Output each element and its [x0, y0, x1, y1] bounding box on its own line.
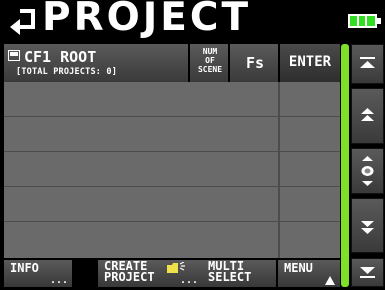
list-item[interactable] [4, 117, 340, 152]
list-item[interactable] [4, 222, 340, 258]
column-divider [278, 82, 280, 116]
column-divider [278, 222, 280, 258]
column-divider [278, 117, 280, 151]
battery-icon [348, 12, 381, 30]
column-divider [278, 187, 280, 221]
jump-top-button[interactable] [351, 44, 384, 84]
jump-top-icon [360, 57, 375, 68]
enter-label: ENTER [288, 54, 332, 70]
list-item[interactable] [4, 152, 340, 187]
enter-button[interactable]: ENTER [280, 44, 340, 82]
info-button[interactable]: INFO ... [4, 260, 72, 287]
column-header: CF1 ROOT [TOTAL PROJECTS: 0] NUM OF SCEN… [4, 44, 340, 82]
cf-card-icon [8, 50, 20, 61]
num-of-scene-label: NUM OF SCENE [197, 47, 223, 74]
create-project-label: CREATE PROJECT [104, 260, 155, 284]
position-indicator[interactable] [351, 148, 384, 194]
fs-header[interactable]: Fs [230, 44, 280, 82]
new-folder-icon [167, 262, 185, 273]
page-up-icon [361, 108, 374, 121]
total-projects-label: [TOTAL PROJECTS: 0] [16, 67, 118, 77]
menu-label: MENU [284, 261, 313, 275]
create-project-button[interactable]: CREATE PROJECT ... [98, 260, 202, 287]
root-folder-header[interactable]: CF1 ROOT [TOTAL PROJECTS: 0] [4, 44, 190, 82]
project-list [4, 82, 340, 258]
num-of-scene-header[interactable]: NUM OF SCENE [190, 44, 230, 82]
jump-bottom-button[interactable] [351, 258, 384, 287]
scrollbar-track[interactable] [341, 44, 349, 287]
fs-label: Fs [245, 54, 265, 72]
menu-button[interactable]: MENU [278, 260, 340, 287]
list-item[interactable] [4, 82, 340, 117]
more-dots: ... [49, 275, 68, 286]
info-label: INFO [10, 261, 39, 275]
menu-arrow-up-icon [325, 276, 335, 285]
more-dots: ... [179, 275, 198, 286]
page-up-button[interactable] [351, 88, 384, 144]
jump-bottom-icon [360, 267, 375, 278]
root-label: CF1 ROOT [24, 48, 97, 66]
page-title: PROJECT [42, 0, 252, 40]
list-item[interactable] [4, 187, 340, 222]
page-down-icon [361, 221, 374, 234]
column-divider [278, 152, 280, 186]
multi-select-button[interactable]: MULTI SELECT [202, 260, 276, 287]
return-arrow-icon [10, 9, 35, 35]
back-button[interactable] [2, 2, 42, 38]
position-indicator-icon [361, 156, 374, 186]
multi-select-label: MULTI SELECT [208, 260, 252, 284]
page-down-button[interactable] [351, 198, 384, 253]
